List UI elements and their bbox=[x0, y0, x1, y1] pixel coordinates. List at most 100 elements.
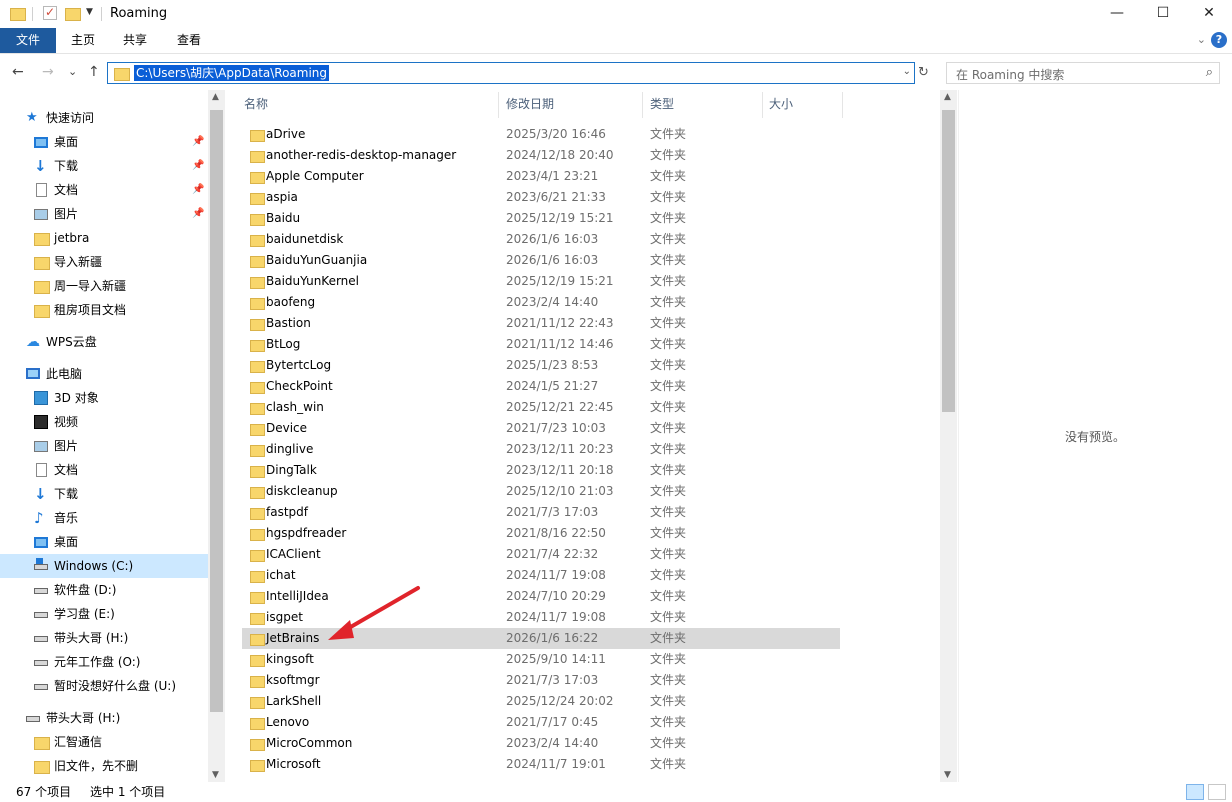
file-row[interactable]: aDrive 2025/3/20 16:46 文件夹 bbox=[242, 124, 840, 145]
sidebar-item[interactable]: 图片 bbox=[0, 434, 208, 458]
sidebar-item[interactable]: Windows (C:) bbox=[0, 554, 208, 578]
sidebar-item[interactable]: ★ 快速访问 bbox=[0, 106, 208, 130]
scroll-down-icon[interactable]: ▼ bbox=[212, 770, 219, 780]
recent-locations-button[interactable]: ⌄ bbox=[68, 65, 77, 78]
large-icons-view-icon[interactable] bbox=[1208, 784, 1226, 800]
address-text[interactable]: C:\Users\胡庆\AppData\Roaming bbox=[134, 65, 330, 81]
pin-icon[interactable]: 📌 bbox=[192, 178, 204, 202]
column-header-size[interactable]: 大小 bbox=[769, 90, 793, 118]
column-header-date[interactable]: 修改日期 bbox=[506, 90, 554, 118]
sidebar-item[interactable]: ♪ 音乐 bbox=[0, 506, 208, 530]
file-row[interactable]: Baidu 2025/12/19 15:21 文件夹 bbox=[242, 208, 840, 229]
sidebar-item[interactable]: 汇智通信 bbox=[0, 730, 208, 754]
sidebar-item[interactable]: 元年工作盘 (O:) bbox=[0, 650, 208, 674]
sidebar-item[interactable]: 图片 📌 bbox=[0, 202, 208, 226]
column-divider[interactable] bbox=[762, 92, 763, 118]
new-folder-icon[interactable] bbox=[65, 6, 81, 21]
pin-icon[interactable]: 📌 bbox=[192, 202, 204, 226]
file-row[interactable]: BytertcLog 2025/1/23 8:53 文件夹 bbox=[242, 355, 840, 376]
sidebar-item[interactable]: 学习盘 (E:) bbox=[0, 602, 208, 626]
sidebar-item[interactable]: jetbra bbox=[0, 226, 208, 250]
sidebar-item[interactable]: 桌面 📌 bbox=[0, 130, 208, 154]
pin-icon[interactable]: 📌 bbox=[192, 130, 204, 154]
scroll-up-icon[interactable]: ▲ bbox=[944, 92, 951, 102]
refresh-icon[interactable]: ↻ bbox=[918, 65, 929, 80]
close-button[interactable]: ✕ bbox=[1186, 0, 1232, 28]
tab-file[interactable]: 文件 bbox=[0, 28, 56, 53]
tab-share[interactable]: 共享 bbox=[112, 28, 158, 53]
pin-icon[interactable]: 📌 bbox=[192, 154, 204, 178]
sidebar-item[interactable]: 周一导入新疆 bbox=[0, 274, 208, 298]
up-button[interactable]: ↑ bbox=[88, 64, 100, 80]
folder-icon[interactable] bbox=[10, 6, 26, 21]
sidebar-item[interactable]: 带头大哥 (H:) bbox=[0, 626, 208, 650]
tab-home[interactable]: 主页 bbox=[60, 28, 106, 53]
navigation-scrollbar[interactable]: ▲ ▼ bbox=[208, 90, 225, 782]
column-divider[interactable] bbox=[842, 92, 843, 118]
scrollbar-thumb[interactable] bbox=[210, 110, 223, 712]
details-view-icon[interactable] bbox=[1186, 784, 1204, 800]
file-row[interactable]: baofeng 2023/2/4 14:40 文件夹 bbox=[242, 292, 840, 313]
forward-button[interactable]: → bbox=[42, 64, 54, 80]
file-row[interactable]: Lenovo 2021/7/17 0:45 文件夹 bbox=[242, 712, 840, 733]
sidebar-item[interactable]: 视频 bbox=[0, 410, 208, 434]
address-bar[interactable]: C:\Users\胡庆\AppData\Roaming ⌄ bbox=[107, 62, 915, 84]
quick-access-dropdown-icon[interactable]: ▼ bbox=[86, 7, 93, 17]
back-button[interactable]: ← bbox=[12, 64, 24, 80]
sidebar-item[interactable]: 租房项目文档 bbox=[0, 298, 208, 322]
column-header-type[interactable]: 类型 bbox=[650, 90, 674, 118]
sidebar-item[interactable]: 3D 对象 bbox=[0, 386, 208, 410]
file-row[interactable]: kingsoft 2025/9/10 14:11 文件夹 bbox=[242, 649, 840, 670]
sidebar-item[interactable]: 导入新疆 bbox=[0, 250, 208, 274]
sidebar-item[interactable]: 暂时没想好什么盘 (U:) bbox=[0, 674, 208, 698]
file-row[interactable]: Apple Computer 2023/4/1 23:21 文件夹 bbox=[242, 166, 840, 187]
file-row[interactable]: baidunetdisk 2026/1/6 16:03 文件夹 bbox=[242, 229, 840, 250]
file-row[interactable]: BaiduYunGuanjia 2026/1/6 16:03 文件夹 bbox=[242, 250, 840, 271]
file-row[interactable]: aspia 2023/6/21 21:33 文件夹 bbox=[242, 187, 840, 208]
search-icon[interactable]: ⌕ bbox=[1206, 65, 1213, 80]
scroll-down-icon[interactable]: ▼ bbox=[944, 770, 951, 780]
file-row[interactable]: CheckPoint 2024/1/5 21:27 文件夹 bbox=[242, 376, 840, 397]
sidebar-item[interactable]: 文档 📌 bbox=[0, 178, 208, 202]
sidebar-item[interactable]: 带头大哥 (H:) bbox=[0, 706, 208, 730]
file-row[interactable]: fastpdf 2021/7/3 17:03 文件夹 bbox=[242, 502, 840, 523]
file-row[interactable]: dinglive 2023/12/11 20:23 文件夹 bbox=[242, 439, 840, 460]
sidebar-item[interactable]: 旧文件，先不删 bbox=[0, 754, 208, 778]
ribbon-expand-icon[interactable]: ⌄ bbox=[1197, 33, 1206, 46]
file-row[interactable]: BaiduYunKernel 2025/12/19 15:21 文件夹 bbox=[242, 271, 840, 292]
file-row[interactable]: diskcleanup 2025/12/10 21:03 文件夹 bbox=[242, 481, 840, 502]
tab-view[interactable]: 查看 bbox=[166, 28, 212, 53]
search-input[interactable]: 在 Roaming 中搜索 ⌕ bbox=[946, 62, 1220, 84]
file-list-scrollbar[interactable]: ▲ ▼ bbox=[940, 90, 957, 782]
file-row[interactable]: ICAClient 2021/7/4 22:32 文件夹 bbox=[242, 544, 840, 565]
file-row[interactable]: hgspdfreader 2021/8/16 22:50 文件夹 bbox=[242, 523, 840, 544]
file-row[interactable]: Bastion 2021/11/12 22:43 文件夹 bbox=[242, 313, 840, 334]
file-row[interactable]: ksoftmgr 2021/7/3 17:03 文件夹 bbox=[242, 670, 840, 691]
file-row[interactable]: LarkShell 2025/12/24 20:02 文件夹 bbox=[242, 691, 840, 712]
sidebar-item[interactable]: ☁ WPS云盘 bbox=[0, 330, 208, 354]
sidebar-item[interactable]: 桌面 bbox=[0, 530, 208, 554]
address-dropdown-icon[interactable]: ⌄ bbox=[903, 66, 911, 77]
column-divider[interactable] bbox=[498, 92, 499, 118]
minimize-button[interactable]: — bbox=[1094, 0, 1140, 28]
properties-icon[interactable] bbox=[43, 5, 57, 20]
column-divider[interactable] bbox=[642, 92, 643, 118]
maximize-button[interactable]: ☐ bbox=[1140, 0, 1186, 28]
column-header-name[interactable]: 名称 bbox=[244, 90, 268, 118]
file-row[interactable]: DingTalk 2023/12/11 20:18 文件夹 bbox=[242, 460, 840, 481]
scroll-up-icon[interactable]: ▲ bbox=[212, 92, 219, 102]
file-row[interactable]: Microsoft 2024/11/7 19:01 文件夹 bbox=[242, 754, 840, 775]
file-row[interactable]: clash_win 2025/12/21 22:45 文件夹 bbox=[242, 397, 840, 418]
sidebar-item[interactable]: 文档 bbox=[0, 458, 208, 482]
sidebar-item[interactable]: 此电脑 bbox=[0, 362, 208, 386]
sidebar-item[interactable]: 软件盘 (D:) bbox=[0, 578, 208, 602]
sidebar-item[interactable]: ↓ 下载 bbox=[0, 482, 208, 506]
file-row[interactable]: MicroCommon 2023/2/4 14:40 文件夹 bbox=[242, 733, 840, 754]
scrollbar-thumb[interactable] bbox=[942, 110, 955, 412]
sidebar-item[interactable]: ↓ 下载 📌 bbox=[0, 154, 208, 178]
help-icon[interactable]: ? bbox=[1211, 32, 1227, 48]
file-row[interactable]: Device 2021/7/23 10:03 文件夹 bbox=[242, 418, 840, 439]
file-row[interactable]: BtLog 2021/11/12 14:46 文件夹 bbox=[242, 334, 840, 355]
file-row[interactable]: another-redis-desktop-manager 2024/12/18 … bbox=[242, 145, 840, 166]
folder-icon bbox=[250, 590, 265, 604]
